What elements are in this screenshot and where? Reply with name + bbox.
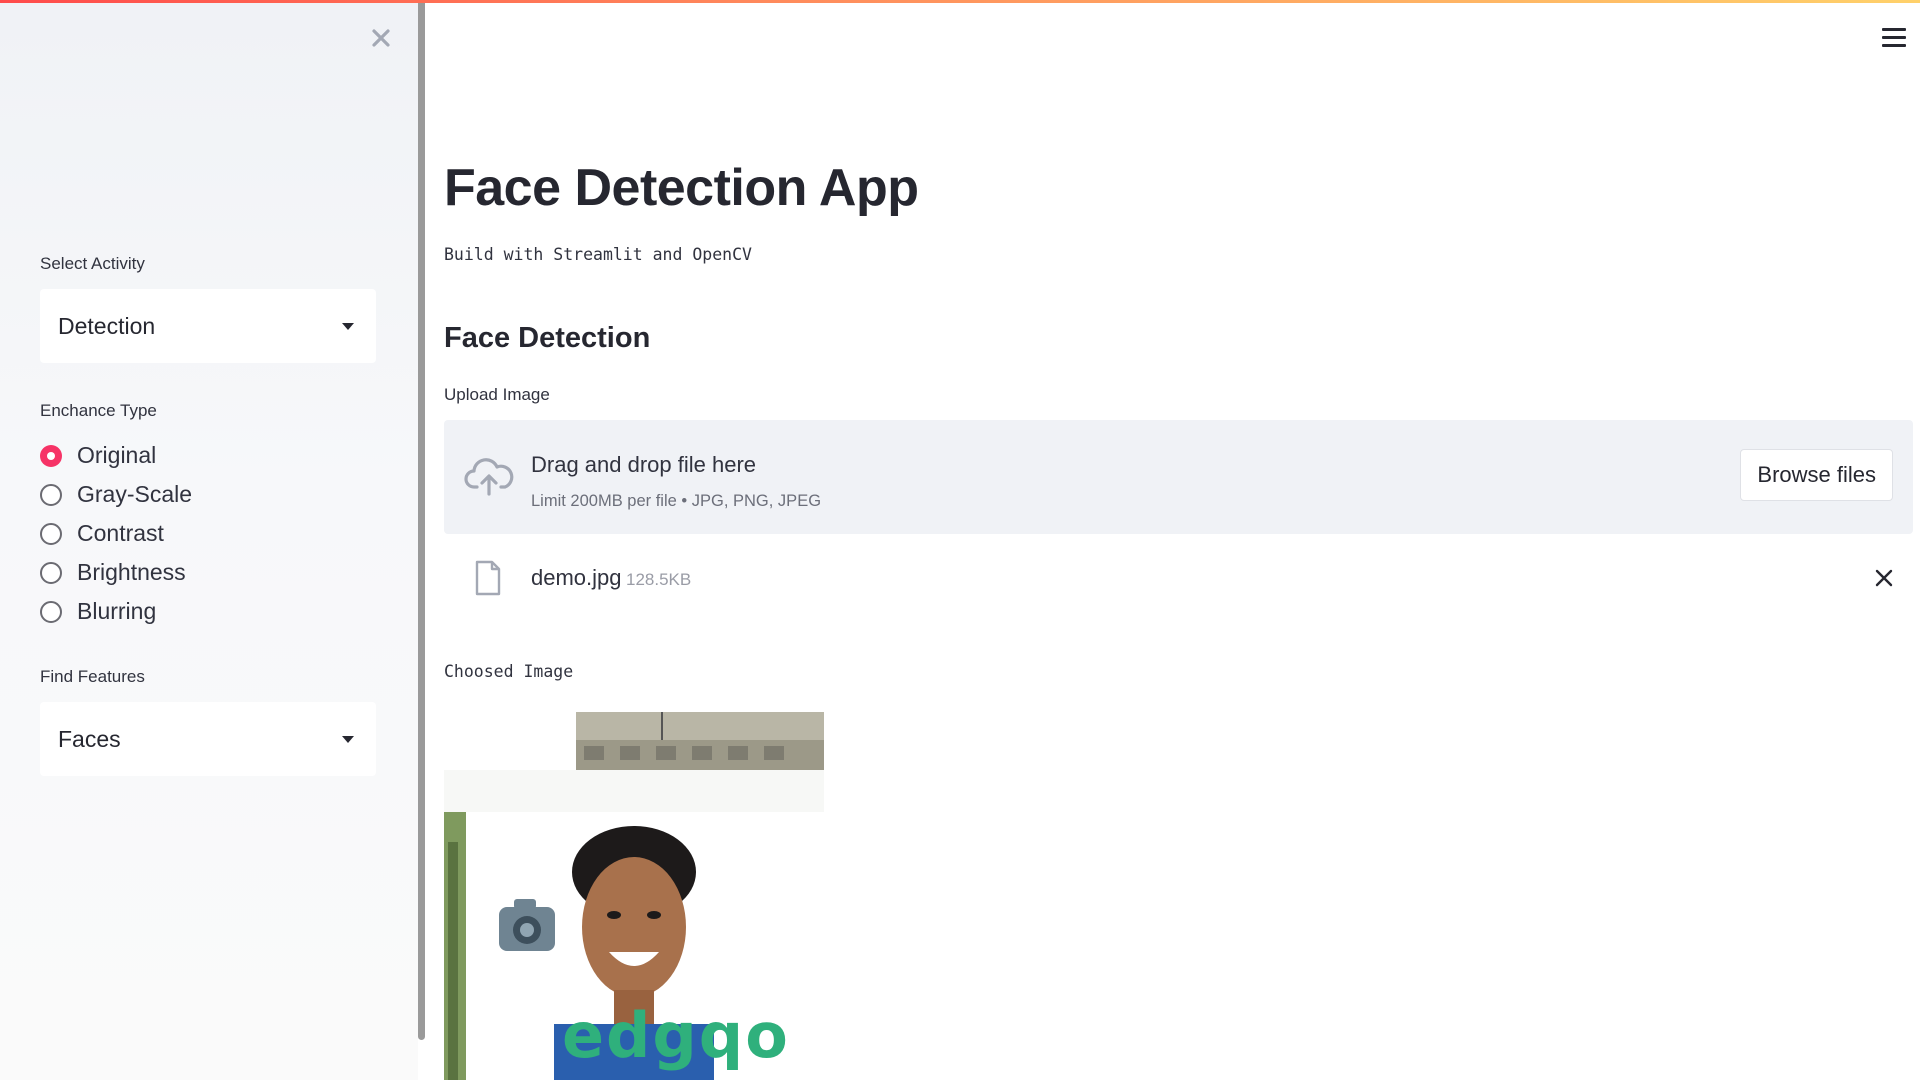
hamburger-menu-icon: [1882, 28, 1906, 47]
radio-option-brightness[interactable]: Brightness: [40, 553, 192, 592]
find-features-label: Find Features: [40, 667, 145, 686]
upload-image-label: Upload Image: [444, 385, 550, 404]
dropzone-instructions: Drag and drop file here: [531, 452, 757, 477]
select-activity-dropdown[interactable]: Detection: [40, 289, 376, 363]
radio-unchecked-icon: [40, 483, 62, 506]
radio-checked-icon: [40, 444, 62, 467]
radio-option-contrast[interactable]: Contrast: [40, 514, 192, 553]
radio-label: Blurring: [77, 598, 157, 624]
find-features-dropdown[interactable]: Faces: [40, 702, 376, 776]
enhance-type-label: Enchance Type: [40, 401, 157, 420]
radio-unchecked-icon: [40, 600, 62, 623]
file-size: 128.5KB: [626, 570, 692, 589]
file-name: demo.jpg: [531, 565, 622, 590]
page-subtitle: Build with Streamlit and OpenCV: [444, 245, 752, 264]
file-dropzone[interactable]: Drag and drop file here Limit 200MB per …: [444, 420, 1913, 534]
radio-unchecked-icon: [40, 561, 62, 584]
close-icon: [372, 29, 390, 47]
dropzone-limit: Limit 200MB per file • JPG, PNG, JPEG: [531, 492, 822, 510]
find-features-value: Faces: [58, 725, 121, 752]
close-sidebar-button[interactable]: [369, 26, 393, 50]
radio-unchecked-icon: [40, 522, 62, 545]
radio-label: Original: [77, 442, 157, 468]
radio-label: Contrast: [77, 520, 164, 546]
main-menu-button[interactable]: [1882, 28, 1906, 48]
radio-label: Brightness: [77, 559, 186, 585]
remove-file-icon[interactable]: [1873, 567, 1895, 589]
page-title: Face Detection App: [444, 159, 919, 217]
caret-down-icon: [342, 322, 354, 330]
browse-files-button[interactable]: Browse files: [1740, 449, 1893, 501]
caret-down-icon: [342, 735, 354, 743]
section-title: Face Detection: [444, 322, 651, 354]
enhance-type-radio-group: Original Gray-Scale Contrast Brightness …: [40, 436, 192, 631]
photo-illustration: edgqo: [444, 712, 824, 1080]
top-decoration-bar: [0, 0, 1920, 3]
choosed-image-caption: Choosed Image: [444, 662, 574, 681]
radio-label: Gray-Scale: [77, 481, 193, 507]
radio-option-original[interactable]: Original: [40, 436, 192, 475]
sidebar: Select Activity Detection Enchance Type …: [0, 0, 418, 1080]
select-activity-label: Select Activity: [40, 254, 145, 273]
sidebar-scrollbar[interactable]: [418, 0, 425, 1040]
uploaded-file-row: demo.jpg 128.5KB: [444, 555, 1913, 605]
svg-text:edgqo: edgqo: [562, 999, 790, 1072]
cloud-upload-icon: [464, 458, 514, 496]
radio-option-blurring[interactable]: Blurring: [40, 592, 192, 631]
file-icon: [475, 560, 501, 596]
chosen-image: edgqo: [444, 712, 824, 1080]
radio-option-gray-scale[interactable]: Gray-Scale: [40, 475, 192, 514]
select-activity-value: Detection: [58, 312, 156, 339]
